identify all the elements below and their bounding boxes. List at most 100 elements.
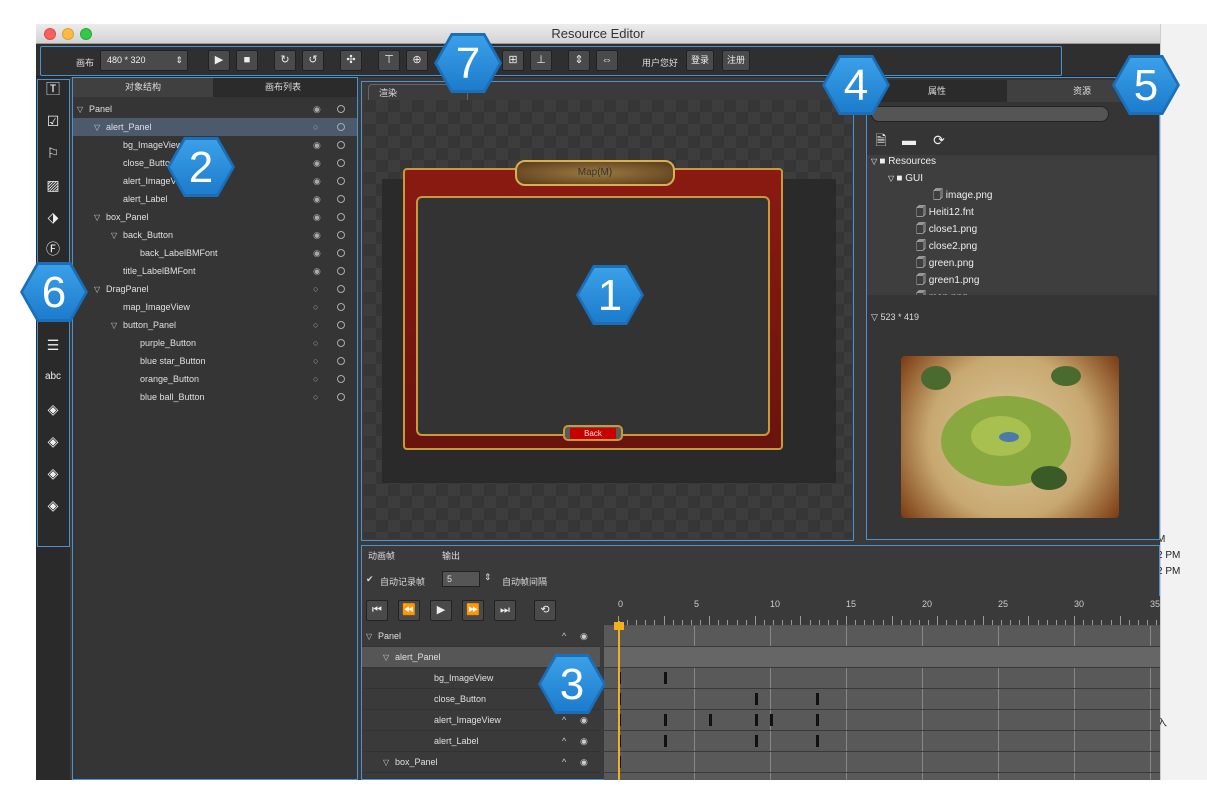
play-animation-button[interactable]: ▶ bbox=[430, 600, 452, 621]
timeline-row[interactable] bbox=[604, 731, 1160, 752]
open-folder-icon[interactable]: ▬ bbox=[899, 130, 919, 150]
anchor-button[interactable]: ✣ bbox=[340, 50, 362, 71]
play-button[interactable]: ▶ bbox=[208, 50, 230, 71]
rotate-cw-button[interactable]: ↻ bbox=[274, 50, 296, 71]
frame-interval-input[interactable]: 5 bbox=[442, 571, 480, 587]
layer-gradient-widget-icon[interactable]: ◈ bbox=[42, 463, 64, 483]
move-up-icon[interactable]: ^ bbox=[562, 752, 566, 773]
lock-circle-icon[interactable] bbox=[337, 339, 345, 347]
timeline-row[interactable] bbox=[604, 668, 1160, 689]
tree-row[interactable]: blue ball_Button ○ bbox=[73, 388, 357, 406]
animation-row[interactable]: alert_Label ^ ◉ bbox=[362, 731, 600, 752]
expand-arrow-icon[interactable]: ▽ bbox=[111, 227, 123, 245]
resource-item[interactable]: 🗍 green1.png bbox=[888, 272, 979, 289]
timeline-row[interactable] bbox=[604, 626, 1160, 647]
lock-circle-icon[interactable] bbox=[337, 123, 345, 131]
visibility-eye-icon[interactable]: ◉ bbox=[313, 208, 321, 226]
keyframe-marker[interactable] bbox=[815, 714, 819, 726]
tree-row[interactable]: ▽ box_Panel ◉ bbox=[73, 208, 357, 226]
tree-row[interactable]: ▽ back_Button ◉ bbox=[73, 226, 357, 244]
visibility-eye-icon[interactable]: ◉ bbox=[313, 136, 321, 154]
tree-row[interactable]: title_LabelBMFont ◉ bbox=[73, 262, 357, 280]
keyframe-marker[interactable] bbox=[770, 714, 773, 726]
expand-arrow-icon[interactable]: ▽ bbox=[383, 752, 395, 773]
expand-arrow-icon[interactable]: ▽ bbox=[94, 119, 106, 137]
visibility-eye-icon[interactable]: ◉ bbox=[313, 100, 321, 118]
prev-frame-button[interactable]: ⏪ bbox=[398, 600, 420, 621]
lock-circle-icon[interactable] bbox=[337, 321, 345, 329]
move-up-icon[interactable]: ^ bbox=[562, 626, 566, 647]
expand-arrow-icon[interactable]: ▽ bbox=[366, 626, 378, 647]
zoom-window-button[interactable] bbox=[80, 28, 92, 40]
playhead[interactable] bbox=[618, 621, 620, 780]
lock-circle-icon[interactable] bbox=[337, 285, 345, 293]
minimize-window-button[interactable] bbox=[62, 28, 74, 40]
keyframe-marker[interactable] bbox=[663, 714, 667, 726]
tree-row[interactable]: map_ImageView ○ bbox=[73, 298, 357, 316]
keyframe-marker[interactable] bbox=[815, 693, 819, 705]
text-widget-icon[interactable]: 🅃 bbox=[42, 79, 64, 99]
resource-search-input[interactable] bbox=[871, 106, 1109, 122]
close-window-button[interactable] bbox=[44, 28, 56, 40]
tree-row[interactable]: ▽ button_Panel ○ bbox=[73, 316, 357, 334]
visibility-eye-icon[interactable]: ◉ bbox=[313, 262, 321, 280]
timeline-row[interactable] bbox=[604, 710, 1160, 731]
tree-row[interactable]: blue star_Button ○ bbox=[73, 352, 357, 370]
last-frame-button[interactable]: ⏭ bbox=[494, 600, 516, 621]
distribute-v-button[interactable]: ⇕ bbox=[568, 50, 590, 71]
timeline-grid[interactable] bbox=[604, 626, 1160, 780]
align-top-button[interactable]: ⊤ bbox=[378, 50, 400, 71]
tree-row[interactable]: ▽ alert_Panel ○ bbox=[73, 118, 357, 136]
lock-circle-icon[interactable] bbox=[337, 231, 345, 239]
lock-circle-icon[interactable] bbox=[337, 141, 345, 149]
keyframe-marker[interactable] bbox=[663, 735, 667, 747]
login-button[interactable]: 登录 bbox=[686, 50, 715, 71]
lock-circle-icon[interactable] bbox=[337, 249, 345, 257]
visibility-circle-icon[interactable]: ○ bbox=[313, 118, 318, 136]
resource-item[interactable]: ▽ ■ Resources bbox=[871, 155, 936, 170]
back-button-preview[interactable]: Back bbox=[563, 425, 623, 441]
visibility-circle-icon[interactable]: ○ bbox=[313, 316, 318, 334]
lock-circle-icon[interactable] bbox=[337, 177, 345, 185]
lock-circle-icon[interactable] bbox=[337, 393, 345, 401]
align-bottom-button[interactable]: ⊥ bbox=[530, 50, 552, 71]
stop-button[interactable]: ■ bbox=[236, 50, 258, 71]
animation-row[interactable]: ▽ Panel ^ ◉ bbox=[362, 626, 600, 647]
resource-item[interactable]: ▽ ■ GUI bbox=[888, 170, 923, 187]
lock-circle-icon[interactable] bbox=[337, 213, 345, 221]
slider-widget-icon[interactable]: ⚐ bbox=[42, 143, 64, 163]
keyframe-marker[interactable] bbox=[815, 735, 819, 747]
visibility-circle-icon[interactable]: ○ bbox=[313, 388, 318, 406]
lock-circle-icon[interactable] bbox=[337, 195, 345, 203]
rotate-ccw-button[interactable]: ↺ bbox=[302, 50, 324, 71]
keyframe-marker[interactable] bbox=[754, 735, 758, 747]
layer-color-widget-icon[interactable]: ◈ bbox=[42, 431, 64, 451]
visibility-circle-icon[interactable]: ○ bbox=[313, 298, 318, 316]
distribute-h-button[interactable]: ⇔ bbox=[596, 50, 618, 71]
tree-row[interactable]: orange_Button ○ bbox=[73, 370, 357, 388]
resource-item[interactable]: 🗍 green.png bbox=[888, 255, 974, 272]
lock-circle-icon[interactable] bbox=[337, 159, 345, 167]
tab-object-structure[interactable]: 对象结构 bbox=[73, 78, 213, 97]
align-center-h-button[interactable]: ⊞ bbox=[502, 50, 524, 71]
label-atlas-widget-icon[interactable]: ⬗ bbox=[42, 207, 64, 227]
visibility-eye-icon[interactable]: ◉ bbox=[313, 244, 321, 262]
resource-item[interactable]: 🗍 image.png bbox=[905, 187, 992, 204]
tree-row[interactable]: purple_Button ○ bbox=[73, 334, 357, 352]
first-frame-button[interactable]: ⏮ bbox=[366, 600, 388, 621]
lock-circle-icon[interactable] bbox=[337, 357, 345, 365]
visibility-eye-icon[interactable]: ◉ bbox=[313, 172, 321, 190]
tree-row[interactable]: back_LabelBMFont ◉ bbox=[73, 244, 357, 262]
lock-circle-icon[interactable] bbox=[337, 105, 345, 113]
resource-item[interactable]: 🗍 map.png bbox=[888, 289, 968, 295]
visibility-circle-icon[interactable]: ○ bbox=[313, 334, 318, 352]
visibility-circle-icon[interactable]: ○ bbox=[313, 280, 318, 298]
visibility-eye-icon[interactable]: ◉ bbox=[313, 226, 321, 244]
timeline-ruler[interactable]: 0 5 10 15 20 25 30 35 bbox=[604, 596, 1160, 626]
lock-circle-icon[interactable] bbox=[337, 303, 345, 311]
lock-circle-icon[interactable] bbox=[337, 267, 345, 275]
next-frame-button[interactable]: ⏩ bbox=[462, 600, 484, 621]
expand-arrow-icon[interactable]: ▽ bbox=[383, 647, 395, 668]
visibility-eye-icon[interactable]: ◉ bbox=[580, 626, 588, 647]
visibility-circle-icon[interactable]: ○ bbox=[313, 352, 318, 370]
